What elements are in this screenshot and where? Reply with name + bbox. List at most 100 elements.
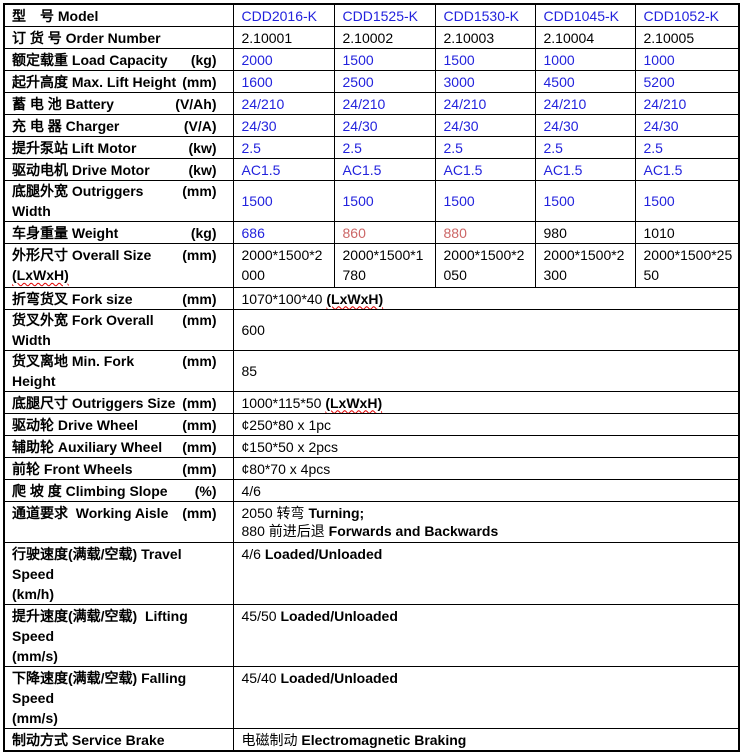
value-line: 24/30 — [343, 116, 431, 136]
label-line: 外形尺寸 Overall Size (LxWxH)(mm) — [12, 245, 217, 285]
spec-label-max-lift-height: 起升高度 Max. Lift Height(mm) — [4, 71, 233, 93]
text-segment: AC1.5 — [444, 162, 483, 178]
spec-value-battery: 24/210 — [535, 93, 635, 115]
text-segment: 2000*1500*2550 — [644, 247, 733, 283]
text-segment: 24/210 — [242, 96, 285, 112]
text-segment: ¢250*80 x 1pc — [242, 417, 332, 433]
label-line: 蓄 电 池 Battery(V/Ah) — [12, 94, 217, 114]
spec-row-battery: 蓄 电 池 Battery(V/Ah)24/21024/21024/21024/… — [4, 93, 739, 115]
spec-label-front-wheels: 前轮 Front Wheels(mm) — [4, 458, 233, 480]
spec-row-min-fork-height: 货叉离地 Min. Fork Height(mm)85 — [4, 351, 739, 392]
value-line: 2.5 — [444, 138, 531, 158]
spec-row-weight: 车身重量 Weight(kg)6868608809801010 — [4, 222, 739, 244]
label-second-line: (mm/s) — [12, 708, 217, 728]
value-line: 85 — [242, 361, 735, 381]
value-line: 24/30 — [544, 116, 631, 136]
spec-label-order-number: 订 货 号 Order Number — [4, 27, 233, 49]
text-segment: 24/210 — [644, 96, 687, 112]
spec-label-fork-overall-width: 货叉外宽 Fork Overall Width(mm) — [4, 310, 233, 351]
spec-value-weight: 980 — [535, 222, 635, 244]
value-line: 2000*1500*2050 — [444, 245, 531, 285]
value-line: 1600 — [242, 72, 330, 92]
spec-value-drive-motor: AC1.5 — [435, 159, 535, 181]
unit-label: (kg) — [187, 223, 217, 243]
value-line: CDD2016-K — [242, 6, 330, 26]
spec-value-max-lift-height: 1600 — [233, 71, 334, 93]
value-line: 2.5 — [544, 138, 631, 158]
value-line: 45/50 Loaded/Unloaded — [242, 606, 735, 626]
value-line: 2.5 — [343, 138, 431, 158]
value-line: 2.10005 — [644, 28, 735, 48]
text-segment: 爬 坡 度 Climbing Slope — [12, 483, 168, 499]
value-line: 1500 — [644, 191, 735, 211]
label-second-line: (mm/s) — [12, 646, 217, 666]
value-line: AC1.5 — [242, 160, 330, 180]
text-segment: 880 — [444, 225, 467, 241]
value-line: 5200 — [644, 72, 735, 92]
text-segment: 货叉离地 Min. Fork Height — [12, 353, 138, 389]
value-line: 3000 — [444, 72, 531, 92]
value-line: 1010 — [644, 223, 735, 243]
unit-label: (mm) — [178, 393, 216, 413]
spec-value-fork-overall-width: 600 — [233, 310, 739, 351]
text-segment: (LxWxH) — [326, 291, 383, 307]
value-line: 2.5 — [242, 138, 330, 158]
value-line: CDD1525-K — [343, 6, 431, 26]
text-segment: 2.5 — [343, 140, 362, 156]
label-line: 货叉外宽 Fork Overall Width(mm) — [12, 310, 217, 350]
label-text: 车身重量 Weight — [12, 223, 118, 243]
specs-table-body: 型 号 ModelCDD2016-KCDD1525-KCDD1530-KCDD1… — [4, 4, 739, 751]
spec-value-charger: 24/30 — [233, 115, 334, 137]
label-line: 前轮 Front Wheels(mm) — [12, 459, 217, 479]
spec-value-load-capacity: 1000 — [635, 49, 739, 71]
unit-label: (mm) — [178, 245, 216, 265]
label-line: 底腿外宽 Outriggers Width(mm) — [12, 181, 217, 221]
spec-value-drive-wheel: ¢250*80 x 1pc — [233, 414, 739, 436]
value-line: 24/210 — [444, 94, 531, 114]
text-segment: 2.5 — [544, 140, 563, 156]
spec-value-outriggers-width: 1500 — [435, 181, 535, 222]
text-segment: 1500 — [343, 193, 374, 209]
label-line: 驱动电机 Drive Motor(kw) — [12, 160, 217, 180]
spec-value-model: CDD1525-K — [334, 4, 435, 27]
text-segment: 电磁制动 — [242, 732, 302, 748]
spec-row-drive-motor: 驱动电机 Drive Motor(kw)AC1.5AC1.5AC1.5AC1.5… — [4, 159, 739, 181]
spec-value-order-number: 2.10002 — [334, 27, 435, 49]
value-line: 45/40 Loaded/Unloaded — [242, 668, 735, 688]
spec-value-lift-motor: 2.5 — [535, 137, 635, 159]
unit-label: (mm) — [178, 72, 216, 92]
spec-row-working-aisle: 通道要求 Working Aisle(mm)2050 转弯 Turning;88… — [4, 502, 739, 543]
text-segment: ¢80*70 x 4pcs — [242, 461, 331, 477]
text-segment: 2500 — [343, 74, 374, 90]
spec-value-overall-size: 2000*1500*2300 — [535, 244, 635, 288]
label-text: 行驶速度(满载/空载) Travel Speed — [12, 544, 217, 584]
text-segment: 1000 — [544, 52, 575, 68]
spec-value-front-wheels: ¢80*70 x 4pcs — [233, 458, 739, 480]
text-segment: CDD1045-K — [544, 8, 619, 24]
label-text: 制动方式 Service Brake — [12, 730, 165, 750]
spec-value-lifting-speed: 45/50 Loaded/Unloaded — [233, 605, 739, 667]
text-segment: 制动方式 Service Brake — [12, 732, 165, 748]
spec-label-falling-speed: 下降速度(满载/空载) Falling Speed(mm/s) — [4, 667, 233, 729]
value-line: 4/6 — [242, 481, 735, 501]
text-segment: 2.10003 — [444, 30, 495, 46]
text-segment: 辅助轮 Auxiliary Wheel — [12, 439, 162, 455]
unit-label: (kw) — [185, 138, 217, 158]
text-segment: 860 — [343, 225, 366, 241]
label-text: 蓄 电 池 Battery — [12, 94, 114, 114]
value-line: 2.10004 — [544, 28, 631, 48]
spec-value-drive-motor: AC1.5 — [635, 159, 739, 181]
value-line: 1000*115*50 (LxWxH) — [242, 393, 735, 413]
spec-value-working-aisle: 2050 转弯 Turning;880 前进后退 Forwards and Ba… — [233, 502, 739, 543]
spec-value-load-capacity: 1500 — [435, 49, 535, 71]
spec-value-outriggers-size: 1000*115*50 (LxWxH) — [233, 392, 739, 414]
label-line: 折弯货叉 Fork size(mm) — [12, 289, 217, 309]
spec-value-fork-size: 1070*100*40 (LxWxH) — [233, 288, 739, 310]
spec-row-lifting-speed: 提升速度(满载/空载) Lifting Speed(mm/s)45/50 Loa… — [4, 605, 739, 667]
text-segment: 1500 — [343, 52, 374, 68]
value-line: 1000 — [644, 50, 735, 70]
value-line: 2.10001 — [242, 28, 330, 48]
spec-value-max-lift-height: 3000 — [435, 71, 535, 93]
label-line: 下降速度(满载/空载) Falling Speed — [12, 668, 217, 708]
text-segment: 底腿尺寸 Outriggers Size — [12, 395, 175, 411]
